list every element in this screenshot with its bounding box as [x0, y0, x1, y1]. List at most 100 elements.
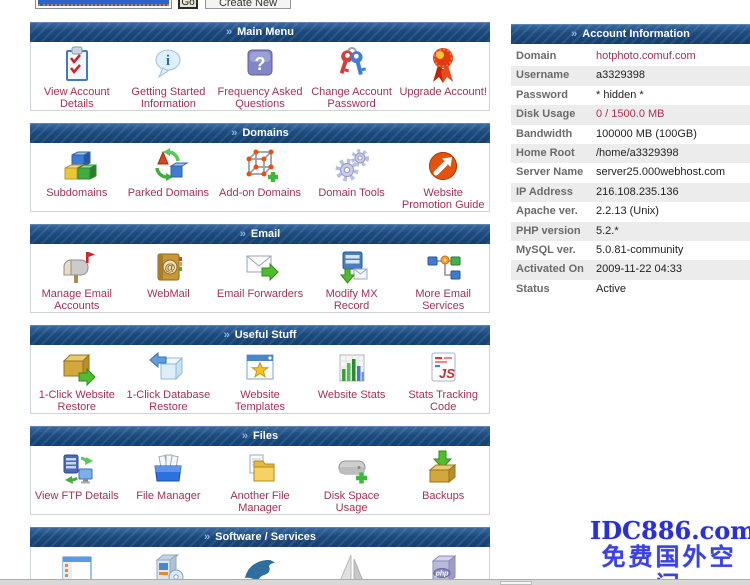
menu-item-add-on-domains[interactable]: Add-on Domains: [214, 143, 306, 211]
menu-item-modify-mx-record[interactable]: Modify MX Record: [306, 244, 398, 312]
menu-item-1-click-website-restore[interactable]: 1-Click Website Restore: [31, 345, 123, 413]
account-info-value: * hidden *: [596, 86, 644, 105]
ftp-transfer-icon: [56, 448, 98, 490]
menu-item-label: Disk Space Usage: [307, 490, 397, 514]
section-title: Main Menu: [237, 26, 294, 38]
account-info-value[interactable]: hotphoto.comuf.com: [596, 47, 696, 66]
menu-section-files: » Files View FTP Details File Manager Ano…: [30, 426, 490, 515]
menu-item-label: Upgrade Account!: [399, 86, 486, 98]
account-info-label: Status: [511, 280, 596, 299]
menu-item-label: Website Promotion Guide: [398, 187, 488, 211]
menu-item-label: File Manager: [136, 490, 200, 502]
account-info-value: 5.2.*: [596, 222, 619, 241]
envelope-forward-icon: [239, 246, 281, 288]
menu-item-another-file-manager[interactable]: Another File Manager: [214, 446, 306, 514]
menu-item-more-email-services[interactable]: More Email Services: [397, 244, 489, 312]
horizontal-scrollbar[interactable]: [0, 579, 750, 585]
menu-item-website-promotion-guide[interactable]: Website Promotion Guide: [397, 143, 489, 211]
menu-item-manage-email-accounts[interactable]: Manage Email Accounts: [31, 244, 123, 312]
section-header: »Useful Stuff: [30, 325, 490, 345]
menu-section-main-menu: »Main Menu View Account Details i Gettin…: [30, 22, 490, 111]
account-info-rows: Domain hotphoto.comuf.com Username a3329…: [511, 47, 750, 299]
scrollbar-thumb[interactable]: [500, 581, 532, 585]
domain-input[interactable]: [35, 0, 172, 9]
account-info-row-activated-on: Activated On 2009-11-22 04:33: [511, 260, 750, 279]
menu-item-disk-space-usage[interactable]: Disk Space Usage: [306, 446, 398, 514]
section-chevron: »: [231, 127, 237, 139]
menu-item-label: Website Stats: [318, 389, 386, 401]
menu-item-domain-tools[interactable]: Domain Tools: [306, 143, 398, 211]
account-info-value: 2009-11-22 04:33: [596, 260, 682, 279]
account-info-value: a3329398: [596, 66, 645, 85]
menu-item-upgrade-account[interactable]: Upgrade Account!: [397, 42, 489, 110]
cubes-icon: [56, 145, 98, 187]
menu-item-label: Frequency Asked Questions: [215, 86, 305, 110]
gears-icon: [331, 145, 373, 187]
address-book-icon: @: [147, 246, 189, 288]
account-info-row-mysql-ver: MySQL ver. 5.0.81-community: [511, 241, 750, 260]
wireframe-cube-plus-icon: [239, 145, 281, 187]
account-info-value: 100000 MB (100GB): [596, 125, 697, 144]
menu-item-label: Add-on Domains: [219, 187, 301, 199]
account-info-value: Active: [596, 280, 626, 299]
watermark-site: IDC886.com: [590, 517, 748, 544]
menu-item-1-click-database-restore[interactable]: 1-Click Database Restore: [123, 345, 215, 413]
account-info-row-ip-address: IP Address 216.108.235.136: [511, 183, 750, 202]
account-info-label: Home Root: [511, 144, 596, 163]
account-info-row-disk-usage: Disk Usage 0 / 1500.0 MB: [511, 105, 750, 124]
menu-item-website-templates[interactable]: Website Templates: [214, 345, 306, 413]
menu-item-label: Manage Email Accounts: [32, 288, 122, 312]
section-title: Files: [253, 430, 278, 442]
account-info-row-domain: Domain hotphoto.comuf.com: [511, 47, 750, 66]
menu-item-file-manager[interactable]: File Manager: [123, 446, 215, 514]
menu-item-subdomains[interactable]: Subdomains: [31, 143, 123, 211]
section-body: Subdomains Parked Domains Add-on Domains…: [30, 143, 490, 212]
question-square-icon: ?: [239, 44, 281, 86]
input-selection: [38, 0, 169, 6]
account-info-row-php-version: PHP version 5.2.*: [511, 222, 750, 241]
account-info-label: Server Name: [511, 163, 596, 182]
account-info-value: 216.108.235.136: [596, 183, 679, 202]
menu-item-website-stats[interactable]: Website Stats: [306, 345, 398, 413]
create-new-button[interactable]: Create New: [205, 0, 291, 9]
backup-box-icon: [422, 448, 464, 490]
menu-item-getting-started-information[interactable]: i Getting Started Information: [123, 42, 215, 110]
section-chevron: »: [242, 430, 248, 442]
account-info-label: Password: [511, 86, 596, 105]
menu-item-label: Email Forwarders: [217, 288, 303, 300]
menu-item-parked-domains[interactable]: Parked Domains: [123, 143, 215, 211]
menu-item-stats-tracking-code[interactable]: JS Stats Tracking Code: [397, 345, 489, 413]
bar-chart-icon: [331, 347, 373, 389]
keys-icon: [331, 44, 373, 86]
menu-item-view-ftp-details[interactable]: View FTP Details: [31, 446, 123, 514]
account-info-value: 2.2.13 (Unix): [596, 202, 659, 221]
menu-item-label: Another File Manager: [215, 490, 305, 514]
menu-item-email-forwarders[interactable]: Email Forwarders: [214, 244, 306, 312]
account-info-panel: »Account Information Domain hotphoto.com…: [511, 24, 750, 299]
section-header: »Email: [30, 224, 490, 244]
menu-item-backups[interactable]: Backups: [397, 446, 489, 514]
account-info-header: »Account Information: [511, 24, 750, 44]
menu-section-software-services: »Software / Services php php: [30, 527, 490, 585]
menu-item-frequency-asked-questions[interactable]: ? Frequency Asked Questions: [214, 42, 306, 110]
section-header: » Files: [30, 426, 490, 446]
menu-item-label: 1-Click Database Restore: [123, 389, 213, 413]
account-info-label: MySQL ver.: [511, 241, 596, 260]
go-button[interactable]: Go: [178, 0, 198, 9]
account-info-label: Activated On: [511, 260, 596, 279]
menu-section-domains: » Domains Subdomains Parked Domains Add-o…: [30, 123, 490, 212]
section-title: Software / Services: [215, 531, 316, 543]
section-title: Email: [251, 228, 280, 240]
section-body: View Account Details i Getting Started I…: [30, 42, 490, 111]
cube-arrow-icon: [147, 347, 189, 389]
account-info-title: Account Information: [582, 28, 690, 40]
menu-item-label: Change Account Password: [307, 86, 397, 110]
menu-item-webmail[interactable]: @ WebMail: [123, 244, 215, 312]
account-info-label: Disk Usage: [511, 105, 596, 124]
section-header: »Software / Services: [30, 527, 490, 547]
section-title: Domains: [242, 127, 288, 139]
mailbox-icon: [56, 246, 98, 288]
menu-item-view-account-details[interactable]: View Account Details: [31, 42, 123, 110]
menu-item-change-account-password[interactable]: Change Account Password: [306, 42, 398, 110]
account-info-row-server-name: Server Name server25.000webhost.com: [511, 163, 750, 182]
